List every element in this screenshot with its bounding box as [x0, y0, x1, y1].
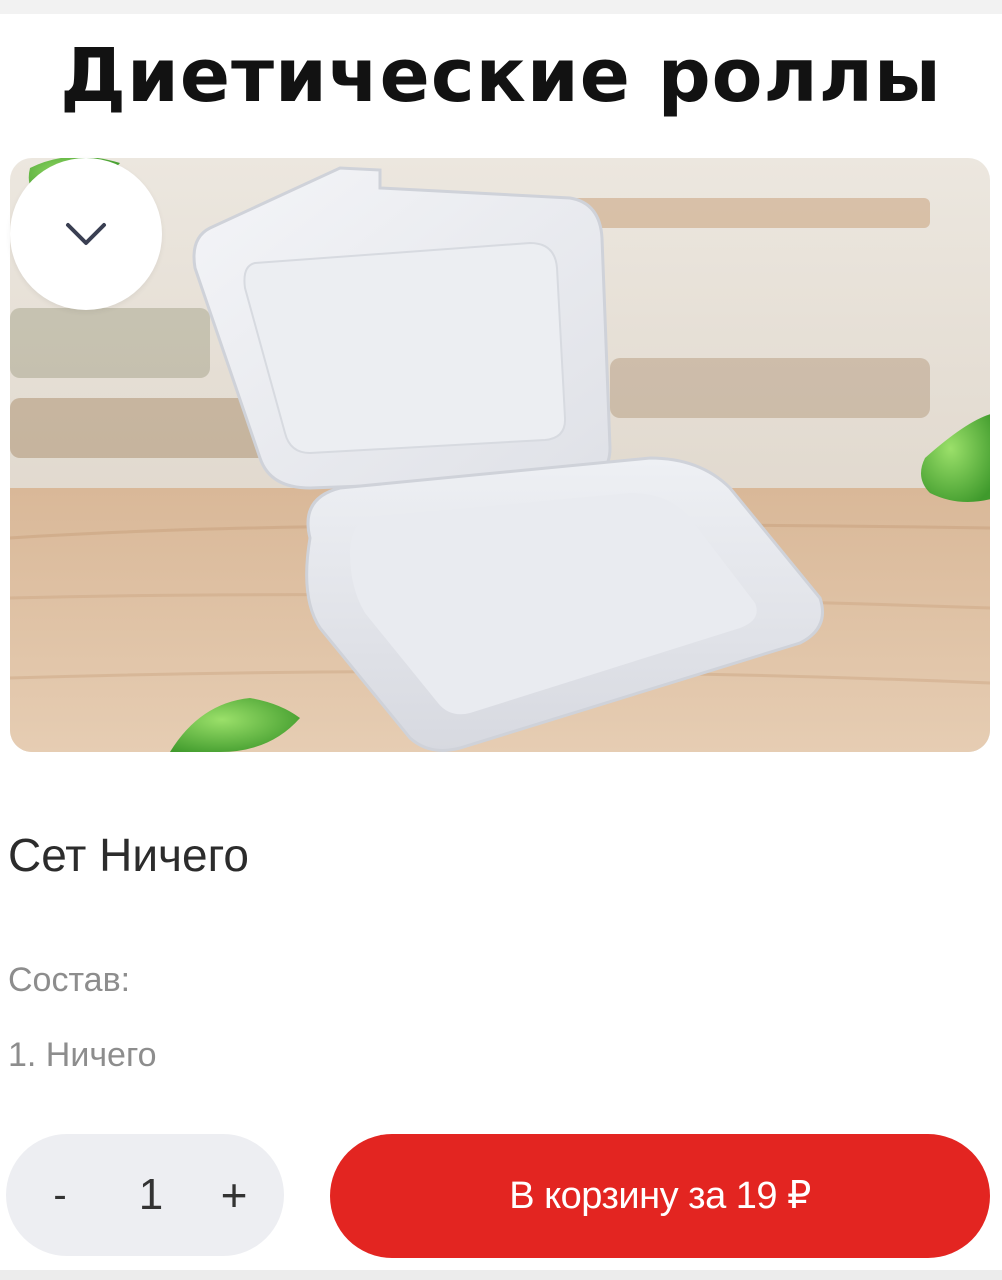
bottom-edge — [0, 1270, 1002, 1280]
quantity-stepper: - 1 + — [6, 1134, 284, 1256]
page-title: Диетические роллы — [60, 33, 942, 119]
add-to-cart-button[interactable]: В корзину за 19 ₽ — [330, 1134, 990, 1258]
top-edge — [0, 0, 1002, 14]
composition-label: Состав: — [8, 961, 131, 999]
chevron-down-icon — [66, 223, 106, 245]
product-name: Сет Ничего — [8, 829, 249, 881]
collapse-button[interactable] — [10, 158, 162, 310]
quantity-value: 1 — [138, 1170, 164, 1219]
composition-item: 1. Ничего — [8, 1036, 157, 1074]
increase-button[interactable]: + — [204, 1134, 264, 1256]
decrease-button[interactable]: - — [30, 1134, 90, 1256]
